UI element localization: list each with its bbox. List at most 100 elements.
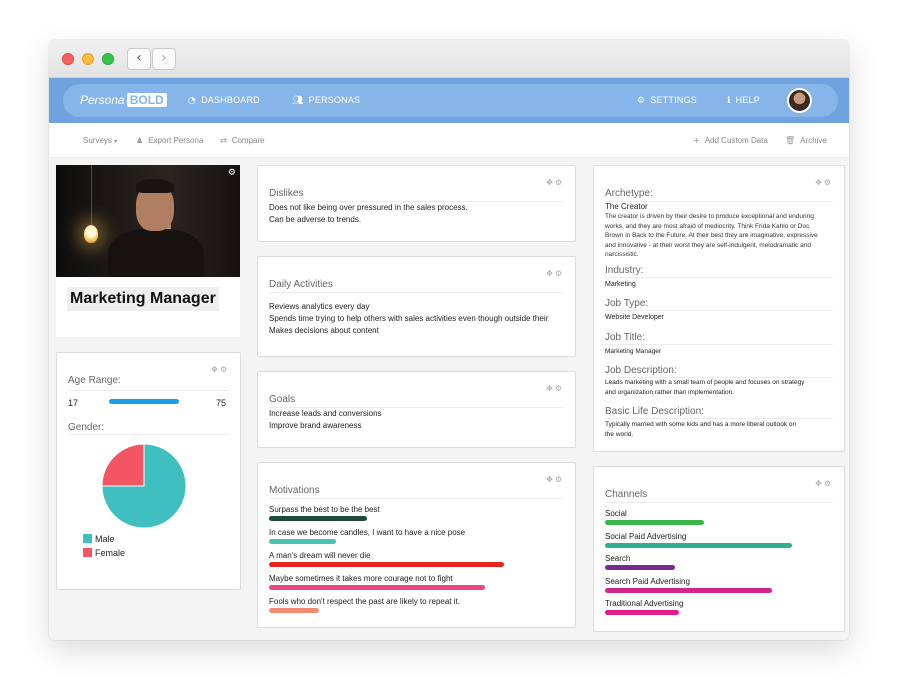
gear-icon[interactable]: ⚙ [555, 178, 564, 187]
logo-text: Persona [80, 93, 125, 107]
lamp-cord [91, 165, 92, 227]
gender-title: Gender: [68, 422, 105, 433]
channel-bar[interactable] [605, 587, 772, 593]
gear-icon[interactable]: ⚙ [555, 269, 564, 278]
close-window-button[interactable] [62, 53, 74, 65]
divider [605, 277, 833, 278]
job-description-value: Leads marketing with a small team of peo… [605, 379, 805, 396]
archive-label: Archive [800, 136, 827, 145]
job-type-value: Website Developer [605, 314, 665, 321]
export-label: Export Persona [148, 136, 204, 145]
channel-bar[interactable] [605, 610, 679, 615]
panel-tools[interactable]: ✥⚙ [815, 479, 833, 488]
nav-help[interactable]: ℹ HELP [727, 95, 760, 106]
surveys-dropdown[interactable]: Surveys ▾ [83, 136, 117, 145]
gear-icon[interactable]: ⚙ [555, 475, 564, 484]
compare-label: Compare [231, 136, 265, 145]
person-body [108, 229, 204, 277]
motivation-bar[interactable] [269, 539, 336, 544]
channel-label: Search [605, 554, 631, 563]
gear-icon: ⚙ [637, 96, 646, 106]
daily-activities-panel: ✥⚙ Daily Activities Reviews analytics ev… [257, 256, 576, 357]
motivation-label: Maybe sometimes it takes more courage no… [269, 574, 453, 583]
divider [68, 390, 229, 391]
logo-bold-text: BOLD [126, 93, 167, 107]
dashboard-icon: ◔ [188, 96, 197, 106]
channel-bar[interactable] [605, 565, 675, 570]
move-icon[interactable]: ✥ [815, 178, 824, 187]
move-icon[interactable]: ✥ [546, 178, 555, 187]
pie-slice-female[interactable] [101, 443, 145, 487]
move-icon[interactable]: ✥ [815, 479, 824, 488]
divider [605, 502, 833, 503]
channel-bar[interactable] [605, 520, 704, 525]
activity-line: Spends time trying to help others with s… [269, 314, 549, 323]
user-avatar[interactable] [787, 88, 812, 113]
photo-settings-icon[interactable]: ⚙ [228, 168, 236, 178]
toolbar: Surveys ▾ ♟ Export Persona ⇄ Compare + Add … [49, 123, 849, 158]
browser-window: ‹ › Persona BOLD ◔ DASHBOARD 👥︎ PERSONAS ⚙ S… [49, 40, 849, 640]
channel-label: Search Paid Advertising [605, 576, 690, 586]
compare-button[interactable]: ⇄ Compare [220, 136, 265, 145]
lightbulb [84, 225, 98, 243]
motivation-bar[interactable] [269, 562, 504, 567]
swap-icon: ⇄ [220, 136, 227, 145]
maximize-window-button[interactable] [102, 53, 114, 65]
age-min: 17 [68, 398, 79, 408]
gender-pie-chart [101, 443, 187, 529]
export-persona-button[interactable]: ♟ Export Persona [136, 136, 203, 145]
move-icon[interactable]: ✥ [546, 384, 555, 393]
motivation-label: A man's dream will never die [269, 551, 371, 560]
motivation-bar[interactable] [269, 608, 319, 613]
gear-icon[interactable]: ⚙ [220, 365, 229, 374]
app-nav-pill: Persona BOLD ◔ DASHBOARD 👥︎ PERSONAS ⚙ SETTI… [63, 84, 838, 117]
move-icon[interactable]: ✥ [546, 269, 555, 278]
channel-bar[interactable] [605, 542, 792, 548]
dislikes-title: Dislikes [269, 188, 304, 199]
chevron-right-icon[interactable]: › [152, 48, 176, 70]
dislike-line: Does not like being over pressured in th… [269, 203, 468, 212]
panel-tools[interactable]: ✥⚙ [815, 178, 833, 187]
demographics-panel: ✥⚙ Age Range: 17 75 Gender: Male Female [56, 352, 241, 590]
divider [269, 292, 564, 293]
motivation-bar[interactable] [269, 516, 367, 521]
nav-dashboard[interactable]: ◔ DASHBOARD [188, 95, 260, 106]
move-icon[interactable]: ✥ [211, 365, 220, 374]
minimize-window-button[interactable] [82, 53, 94, 65]
age-max: 75 [216, 398, 227, 408]
age-range-bar[interactable] [109, 399, 179, 404]
archive-button[interactable]: 🗑︎ Archive [785, 136, 827, 145]
legend-label-female: Female [95, 548, 126, 558]
app-logo[interactable]: Persona BOLD [80, 93, 167, 107]
motivation-bar[interactable] [269, 585, 485, 590]
nav-settings[interactable]: ⚙ SETTINGS [637, 95, 697, 106]
persona-title[interactable]: Marketing Manager [67, 287, 219, 311]
move-icon[interactable]: ✥ [546, 475, 555, 484]
panel-tools[interactable]: ✥⚙ [546, 178, 564, 187]
nav-personas-label: PERSONAS [308, 95, 361, 105]
app-header: Persona BOLD ◔ DASHBOARD 👥︎ PERSONAS ⚙ SETTI… [49, 78, 849, 123]
panel-tools[interactable]: ✥⚙ [546, 475, 564, 484]
persona-name-card: Marketing Manager [56, 277, 240, 337]
goal-line: Improve brand awareness [269, 421, 362, 430]
legend-swatch-male [83, 534, 92, 543]
user-icon: ♟ [136, 136, 144, 145]
daily-activities-title: Daily Activities [269, 279, 333, 290]
motivation-label: Fools who don't respect the past are lik… [269, 597, 460, 606]
nav-personas[interactable]: 👥︎ PERSONAS [292, 95, 360, 106]
panel-tools[interactable]: ✥⚙ [546, 269, 564, 278]
gear-icon[interactable]: ⚙ [824, 479, 833, 488]
plus-icon: + [693, 136, 700, 145]
divider [269, 498, 564, 499]
panel-tools[interactable]: ✥⚙ [211, 365, 229, 374]
nav-dashboard-label: DASHBOARD [201, 95, 260, 105]
gear-icon[interactable]: ⚙ [824, 178, 833, 187]
surveys-label: Surveys [83, 136, 112, 145]
panel-tools[interactable]: ✥⚙ [546, 384, 564, 393]
motivations-title: Motivations [269, 485, 320, 496]
add-custom-data-button[interactable]: + Add Custom Data [693, 136, 768, 145]
caret-down-icon: ▾ [114, 138, 118, 145]
chevron-left-icon[interactable]: ‹ [127, 48, 151, 70]
goals-panel: ✥⚙ Goals Increase leads and conversions … [257, 371, 576, 448]
gear-icon[interactable]: ⚙ [555, 384, 564, 393]
